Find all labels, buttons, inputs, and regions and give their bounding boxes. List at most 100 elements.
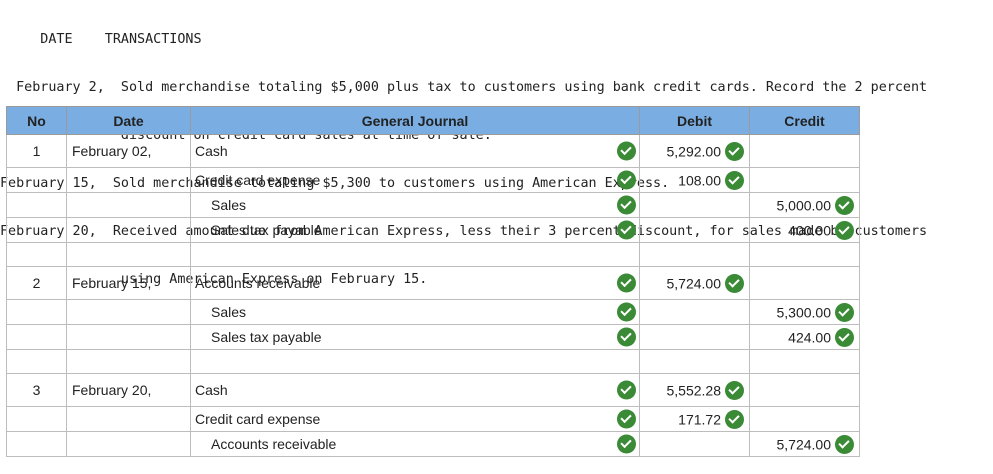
entry-number-cell[interactable]: 3 — [6, 373, 67, 407]
journal-row: 1 February 02, Cash 5,292.00 — [6, 134, 860, 168]
check-circle-icon — [617, 273, 636, 293]
journal-row: 3 February 20, Cash 5,552.28 — [6, 373, 860, 407]
date-cell[interactable] — [66, 167, 191, 193]
check-circle-icon — [617, 195, 636, 215]
credit-cell[interactable] — [749, 266, 860, 300]
account-name: Sales tax payable — [211, 222, 322, 238]
credit-amount: 424.00 — [788, 329, 831, 345]
date-cell[interactable]: February 15, — [66, 266, 191, 300]
debit-cell[interactable]: 5,552.28 — [639, 373, 750, 407]
entry-number-cell[interactable]: 2 — [6, 266, 67, 300]
account-cell[interactable]: Cash — [190, 373, 640, 407]
debit-cell[interactable] — [639, 217, 750, 243]
account-cell[interactable]: Sales tax payable — [190, 324, 640, 350]
check-circle-icon — [835, 220, 854, 240]
credit-amount: 400.00 — [788, 222, 831, 238]
account-cell[interactable]: Cash — [190, 134, 640, 168]
date-cell[interactable] — [66, 242, 191, 267]
account-name: Accounts receivable — [211, 436, 337, 452]
journal-header-row: No Date General Journal Debit Credit — [6, 106, 860, 135]
debit-cell[interactable] — [639, 431, 750, 457]
account-cell[interactable]: Accounts receivable — [190, 431, 640, 457]
entry-number-cell[interactable]: 1 — [6, 134, 67, 168]
journal-row: Sales tax payable 400.00 — [6, 217, 860, 243]
account-cell[interactable]: Sales — [190, 299, 640, 325]
date-cell[interactable] — [66, 324, 191, 350]
account-cell[interactable]: Accounts receivable — [190, 266, 640, 300]
account-name: Sales — [211, 197, 247, 213]
date-cell[interactable] — [66, 349, 191, 374]
date-cell[interactable] — [66, 192, 191, 218]
entry-number-cell[interactable] — [6, 324, 67, 350]
date-cell[interactable]: February 02, — [66, 134, 191, 168]
debit-cell[interactable] — [639, 242, 750, 267]
journal-row: Accounts receivable 5,724.00 — [6, 431, 860, 457]
check-circle-icon — [617, 141, 636, 161]
header-debit: Debit — [639, 106, 750, 135]
credit-cell[interactable]: 400.00 — [749, 217, 860, 243]
account-cell[interactable] — [190, 349, 640, 374]
journal-row: Sales 5,300.00 — [6, 299, 860, 325]
credit-cell[interactable] — [749, 242, 860, 267]
date-cell[interactable] — [66, 406, 191, 432]
check-circle-icon — [725, 273, 744, 293]
check-circle-icon — [617, 302, 636, 322]
entry-number-cell[interactable] — [6, 406, 67, 432]
credit-amount: 5,724.00 — [776, 436, 832, 452]
check-circle-icon — [835, 302, 854, 322]
check-circle-icon — [617, 170, 636, 190]
entry-number-cell[interactable] — [6, 192, 67, 218]
debit-cell[interactable]: 5,724.00 — [639, 266, 750, 300]
debit-cell[interactable]: 5,292.00 — [639, 134, 750, 168]
account-name: Credit card expense — [195, 172, 321, 188]
debit-cell[interactable] — [639, 324, 750, 350]
check-circle-icon — [617, 434, 636, 454]
date-cell[interactable] — [66, 431, 191, 457]
debit-cell[interactable] — [639, 299, 750, 325]
credit-cell[interactable]: 424.00 — [749, 324, 860, 350]
credit-amount: 5,000.00 — [776, 197, 832, 213]
check-circle-icon — [617, 327, 636, 347]
check-circle-icon — [725, 170, 744, 190]
journal-row: Sales 5,000.00 — [6, 192, 860, 218]
entry-number-cell[interactable] — [6, 217, 67, 243]
account-cell[interactable]: Sales tax payable — [190, 217, 640, 243]
journal-row: Sales tax payable 424.00 — [6, 324, 860, 350]
entry-number-cell[interactable] — [6, 431, 67, 457]
entry-number-cell[interactable] — [6, 242, 67, 267]
problem-header-line: DATE TRANSACTIONS — [0, 32, 202, 47]
credit-cell[interactable] — [749, 406, 860, 432]
credit-cell[interactable]: 5,724.00 — [749, 431, 860, 457]
entry-number-cell[interactable] — [6, 299, 67, 325]
account-cell[interactable]: Credit card expense — [190, 406, 640, 432]
journal-row — [6, 242, 860, 267]
entry-number-cell[interactable] — [6, 349, 67, 374]
credit-cell[interactable] — [749, 167, 860, 193]
transaction-line: February 2, Sold merchandise totaling $5… — [0, 80, 928, 95]
date-cell[interactable] — [66, 299, 191, 325]
account-cell[interactable]: Credit card expense — [190, 167, 640, 193]
debit-amount: 108.00 — [678, 172, 721, 188]
credit-cell[interactable]: 5,300.00 — [749, 299, 860, 325]
debit-cell[interactable] — [639, 192, 750, 218]
date-cell[interactable] — [66, 217, 191, 243]
account-cell[interactable]: Sales — [190, 192, 640, 218]
check-circle-icon — [835, 327, 854, 347]
account-name: Cash — [195, 143, 228, 159]
credit-cell[interactable] — [749, 134, 860, 168]
debit-cell[interactable] — [639, 349, 750, 374]
credit-cell[interactable]: 5,000.00 — [749, 192, 860, 218]
account-name: Sales — [211, 304, 247, 320]
entry-number-cell[interactable] — [6, 167, 67, 193]
check-circle-icon — [617, 380, 636, 400]
check-circle-icon — [617, 409, 636, 429]
header-credit: Credit — [749, 106, 860, 135]
credit-cell[interactable] — [749, 373, 860, 407]
account-cell[interactable] — [190, 242, 640, 267]
debit-cell[interactable]: 108.00 — [639, 167, 750, 193]
debit-amount: 171.72 — [678, 411, 721, 427]
credit-cell[interactable] — [749, 349, 860, 374]
debit-cell[interactable]: 171.72 — [639, 406, 750, 432]
date-cell[interactable]: February 20, — [66, 373, 191, 407]
journal-row: 2 February 15, Accounts receivable 5,724.00 — [6, 266, 860, 300]
